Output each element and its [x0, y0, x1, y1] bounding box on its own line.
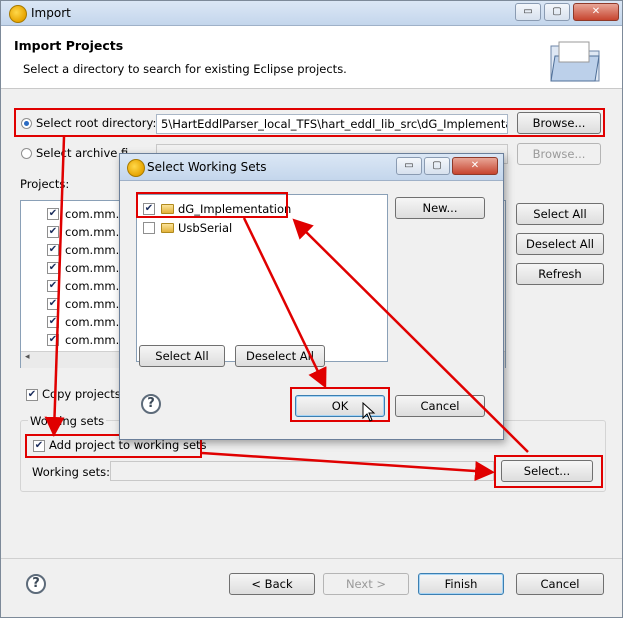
close-button[interactable]: ✕: [573, 3, 619, 21]
dialog-maximize-button[interactable]: ▢: [424, 157, 450, 175]
project-checkbox[interactable]: ✔: [47, 298, 59, 310]
working-sets-field[interactable]: [110, 461, 494, 481]
working-sets-list[interactable]: ✔ dG_Implementation UsbSerial: [136, 194, 388, 362]
dialog-help-icon[interactable]: ?: [141, 394, 161, 414]
list-item[interactable]: UsbSerial: [137, 219, 387, 237]
project-item[interactable]: com.mm.: [65, 243, 119, 257]
copy-projects-label: Copy projects: [42, 387, 121, 401]
footer-divider: [1, 558, 622, 559]
select-working-sets-dialog: Select Working Sets ▭ ▢ ✕ ✔ dG_Implement…: [119, 153, 504, 440]
project-item[interactable]: com.mm.: [65, 333, 119, 347]
wizard-header: Import Projects Select a directory to se…: [1, 26, 622, 89]
title-bar[interactable]: Import ▭ ▢ ✕: [1, 1, 622, 26]
finish-button[interactable]: Finish: [418, 573, 504, 595]
dialog-select-all-button[interactable]: Select All: [139, 345, 225, 367]
working-sets-group-label: Working sets: [28, 414, 107, 428]
browse-archive-button[interactable]: Browse...: [517, 143, 601, 165]
project-checkbox[interactable]: ✔: [47, 334, 59, 346]
archive-radio[interactable]: [21, 148, 32, 159]
project-item[interactable]: com.mm.: [65, 315, 119, 329]
dialog-minimize-button[interactable]: ▭: [396, 157, 422, 175]
working-set-folder-icon: [161, 223, 174, 233]
eclipse-icon: [9, 5, 27, 23]
project-checkbox[interactable]: ✔: [47, 226, 59, 238]
project-checkbox[interactable]: ✔: [47, 316, 59, 328]
project-item[interactable]: com.mm.: [65, 225, 119, 239]
dialog-close-button[interactable]: ✕: [452, 157, 498, 175]
project-item[interactable]: com.mm.: [65, 207, 119, 221]
new-working-set-button[interactable]: New...: [395, 197, 485, 219]
next-button[interactable]: Next >: [323, 573, 409, 595]
copy-projects-checkbox[interactable]: ✔: [26, 389, 38, 401]
mouse-cursor-icon: [362, 402, 376, 422]
project-checkbox[interactable]: ✔: [47, 280, 59, 292]
window-title: Import: [31, 6, 71, 20]
annotation-box-select: [494, 455, 603, 488]
dialog-title: Select Working Sets: [147, 160, 267, 174]
deselect-all-projects-button[interactable]: Deselect All: [516, 233, 604, 255]
back-button[interactable]: < Back: [229, 573, 315, 595]
select-all-projects-button[interactable]: Select All: [516, 203, 604, 225]
scroll-left-icon[interactable]: ◂: [25, 352, 30, 362]
dialog-title-bar[interactable]: Select Working Sets ▭ ▢ ✕: [120, 154, 503, 181]
annotation-box-dg-implementation: [136, 192, 288, 218]
project-checkbox[interactable]: ✔: [47, 244, 59, 256]
project-item[interactable]: com.mm.: [65, 261, 119, 275]
page-title: Import Projects: [14, 38, 124, 53]
cancel-button[interactable]: Cancel: [516, 573, 604, 595]
eclipse-icon: [127, 159, 145, 177]
project-checkbox[interactable]: ✔: [47, 208, 59, 220]
projects-label: Projects:: [20, 177, 70, 191]
annotation-box-root: [14, 108, 605, 137]
maximize-button[interactable]: ▢: [544, 3, 570, 21]
project-checkbox[interactable]: ✔: [47, 262, 59, 274]
minimize-button[interactable]: ▭: [515, 3, 541, 21]
working-sets-field-label: Working sets:: [32, 465, 111, 479]
working-set-label[interactable]: UsbSerial: [178, 221, 232, 235]
open-folder-icon: [550, 41, 600, 82]
help-icon[interactable]: ?: [26, 574, 46, 594]
dialog-deselect-all-button[interactable]: Deselect All: [235, 345, 325, 367]
project-item[interactable]: com.mm.: [65, 297, 119, 311]
working-set-checkbox[interactable]: [143, 222, 155, 234]
dialog-cancel-button[interactable]: Cancel: [395, 395, 485, 417]
archive-label: Select archive fi: [36, 146, 129, 160]
project-item[interactable]: com.mm.: [65, 279, 119, 293]
page-subtitle: Select a directory to search for existin…: [23, 62, 347, 76]
refresh-button[interactable]: Refresh: [516, 263, 604, 285]
